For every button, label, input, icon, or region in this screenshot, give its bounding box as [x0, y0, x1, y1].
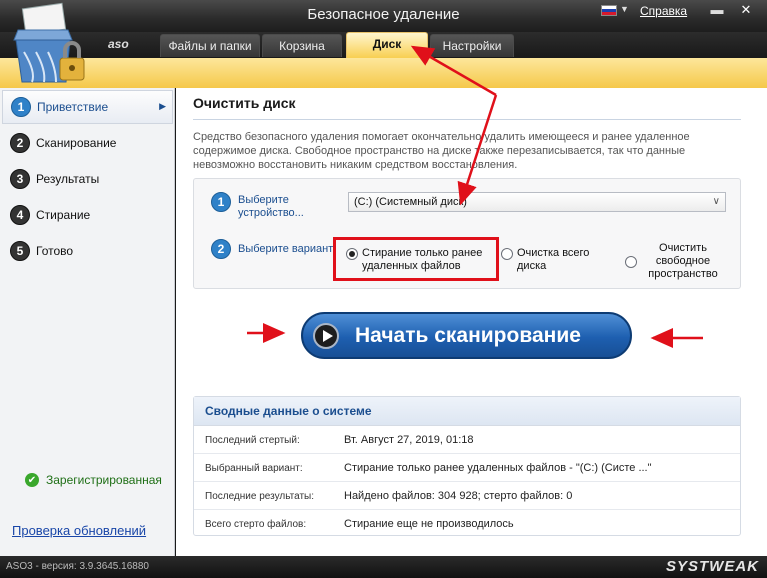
sidebar-step-label: Сканирование	[36, 136, 117, 150]
step-number-badge: 2	[10, 133, 30, 153]
summary-row: Всего стерто файлов: Стирание еще не про…	[194, 510, 740, 538]
step-number-badge: 5	[10, 241, 30, 261]
start-scan-label: Начать сканирование	[355, 323, 581, 347]
title-divider	[193, 119, 741, 120]
summary-value: Стирание только ранее удаленных файлов -…	[344, 462, 652, 474]
summary-value: Вт. Август 27, 2019, 01:18	[344, 434, 474, 446]
shredder-lock-icon	[13, 2, 85, 83]
tab-recycle-bin[interactable]: Корзина	[262, 34, 342, 57]
summary-key: Всего стерто файлов:	[205, 519, 307, 530]
step-number-badge: 3	[10, 169, 30, 189]
close-button[interactable]: ✕	[735, 3, 757, 19]
summary-value: Найдено файлов: 304 928; стерто файлов: …	[344, 490, 573, 502]
radio-wipe-free-space[interactable]: Очистить свободное пространство	[625, 242, 725, 281]
device-label: Выберите устройство...	[238, 194, 304, 219]
sidebar-step-welcome[interactable]: 1 Приветствие ▶	[2, 90, 173, 124]
summary-title: Сводные данные о системе	[194, 397, 740, 426]
sidebar-step-label: Результаты	[36, 172, 100, 186]
radio-label: Очистить свободное пространство	[648, 242, 718, 280]
registration-status: ✔ Зарегистрированная	[25, 473, 162, 487]
radio-dot	[625, 256, 637, 268]
page-description: Средство безопасного удаления помогает о…	[193, 131, 690, 171]
status-bar: ASO3 - версия: 3.9.3645.16880 SYSTWEAK	[0, 556, 767, 578]
check-updates-link[interactable]: Проверка обновлений	[12, 523, 146, 538]
checkmark-icon: ✔	[25, 473, 39, 487]
option-number-badge: 1	[211, 192, 231, 212]
registration-label: Зарегистрированная	[46, 473, 162, 487]
device-select-value: (C:) (Системный диск)	[354, 196, 467, 208]
radio-label: Очистка всего диска	[517, 247, 590, 272]
summary-value: Стирание еще не производилось	[344, 518, 514, 530]
step-number-badge: 1	[11, 97, 31, 117]
language-dropdown-icon[interactable]: ▼	[620, 4, 629, 14]
tab-bar: aso Файлы и папки Корзина Диск Настройки	[0, 32, 767, 58]
header-strip	[0, 58, 767, 88]
annotation-highlight-box	[333, 237, 499, 281]
sidebar-step-label: Стирание	[36, 208, 91, 222]
sidebar-step-done[interactable]: 5 Готово	[2, 234, 173, 268]
sidebar-step-results[interactable]: 3 Результаты	[2, 162, 173, 196]
tab-files-folders[interactable]: Файлы и папки	[160, 34, 260, 57]
summary-key: Последние результаты:	[205, 491, 314, 502]
sidebar-step-scanning[interactable]: 2 Сканирование	[2, 126, 173, 160]
tab-settings[interactable]: Настройки	[430, 34, 514, 57]
help-link[interactable]: Справка	[640, 4, 687, 18]
summary-key: Последний стертый:	[205, 435, 300, 446]
summary-key: Выбранный вариант:	[205, 463, 303, 474]
summary-row: Последние результаты: Найдено файлов: 30…	[194, 482, 740, 510]
start-scan-button[interactable]: Начать сканирование	[301, 312, 632, 359]
language-flag-icon[interactable]	[601, 5, 617, 16]
aso-logo: aso	[108, 37, 129, 51]
chevron-right-icon: ▶	[159, 101, 166, 111]
sidebar-step-label: Готово	[36, 244, 74, 258]
radio-dot	[501, 248, 513, 260]
title-bar: Безопасное удаление ▼ Справка ▬ ✕	[0, 0, 767, 32]
play-icon	[313, 322, 339, 349]
sidebar: 1 Приветствие ▶ 2 Сканирование 3 Результ…	[0, 88, 175, 556]
radio-wipe-whole-disk[interactable]: Очистка всего диска	[501, 247, 613, 273]
device-select[interactable]: (C:) (Системный диск) ∨	[348, 192, 726, 212]
tab-disk[interactable]: Диск	[346, 32, 428, 58]
chevron-down-icon: ∨	[712, 196, 720, 207]
minimize-button[interactable]: ▬	[706, 3, 728, 19]
sidebar-step-label: Приветствие	[37, 100, 109, 114]
systweak-logo: SYSTWEAK	[665, 558, 759, 575]
main-panel: Очистить диск Средство безопасного удале…	[176, 88, 767, 556]
version-text: ASO3 - версия: 3.9.3645.16880	[6, 561, 149, 572]
summary-row: Выбранный вариант: Стирание только ранее…	[194, 454, 740, 482]
system-summary-panel: Сводные данные о системе Последний стерт…	[193, 396, 741, 536]
page-title: Очистить диск	[193, 95, 296, 111]
sidebar-step-erasing[interactable]: 4 Стирание	[2, 198, 173, 232]
variant-label: Выберите вариант:	[238, 243, 337, 255]
option-number-badge: 2	[211, 239, 231, 259]
step-number-badge: 4	[10, 205, 30, 225]
summary-row: Последний стертый: Вт. Август 27, 2019, …	[194, 426, 740, 454]
